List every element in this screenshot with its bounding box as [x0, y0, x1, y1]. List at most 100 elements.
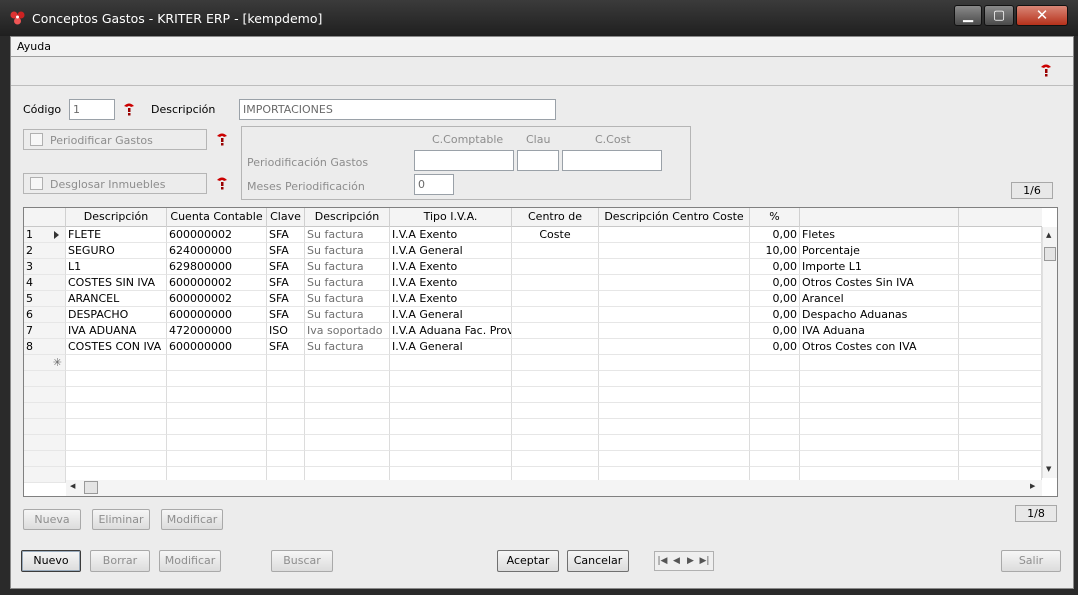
table-cell[interactable]: 600000000 — [167, 339, 267, 355]
table-cell[interactable]: Iva soportado — [305, 323, 390, 339]
table-row[interactable]: 5 ARANCEL 600000002 SFA Su factura I.V.A Exen… — [24, 291, 1042, 307]
empty-row[interactable] — [24, 387, 1042, 403]
table-cell[interactable] — [305, 371, 390, 387]
table-row[interactable]: 6 DESPACHO 600000000 SFA Su factura I.V.A Gen… — [24, 307, 1042, 323]
empty-row[interactable] — [24, 435, 1042, 451]
table-cell[interactable]: I.V.A Exento — [390, 275, 512, 291]
table-cell[interactable] — [959, 403, 1042, 419]
nav-next-icon[interactable]: ▶ — [684, 554, 697, 568]
nav-first-icon[interactable]: |◀ — [656, 554, 669, 568]
table-cell[interactable] — [305, 435, 390, 451]
table-cell[interactable] — [66, 451, 167, 467]
nuevo-button[interactable]: Nuevo — [21, 550, 81, 572]
table-cell[interactable]: 10,00 — [750, 243, 800, 259]
row-number-cell[interactable] — [24, 467, 66, 483]
table-cell[interactable]: I.V.A Exento — [390, 291, 512, 307]
ccost-input[interactable] — [562, 150, 662, 171]
table-cell[interactable] — [800, 403, 959, 419]
table-cell[interactable] — [512, 339, 599, 355]
cancelar-button[interactable]: Cancelar — [567, 550, 629, 572]
table-cell[interactable]: Fletes — [800, 227, 959, 243]
table-cell[interactable] — [959, 419, 1042, 435]
row-number-cell[interactable]: ✳ — [24, 355, 66, 371]
table-cell[interactable]: 624000000 — [167, 243, 267, 259]
table-cell[interactable]: SFA — [267, 339, 305, 355]
scroll-right-icon[interactable]: ▶ — [1030, 482, 1035, 490]
row-number-cell[interactable]: 2 — [24, 243, 66, 259]
table-cell[interactable] — [167, 403, 267, 419]
table-cell[interactable] — [599, 355, 750, 371]
table-cell[interactable] — [599, 339, 750, 355]
table-cell[interactable]: Su factura — [305, 275, 390, 291]
table-cell[interactable] — [750, 435, 800, 451]
table-cell[interactable] — [305, 387, 390, 403]
table-cell[interactable] — [800, 387, 959, 403]
table-cell[interactable]: 600000002 — [167, 275, 267, 291]
table-cell[interactable] — [599, 227, 750, 243]
table-cell[interactable] — [599, 387, 750, 403]
codigo-input[interactable]: 1 — [69, 99, 115, 120]
horizontal-scrollbar[interactable]: ◀ ▶ — [66, 480, 1042, 496]
vertical-scrollbar[interactable]: ▲ ▼ — [1042, 227, 1057, 478]
col-header-cuenta[interactable]: Cuenta Contable — [167, 208, 267, 227]
table-cell[interactable]: ARANCEL — [66, 291, 167, 307]
table-cell[interactable]: 0,00 — [750, 291, 800, 307]
row-number-cell[interactable] — [24, 435, 66, 451]
scroll-up-icon[interactable]: ▲ — [1046, 231, 1051, 239]
table-cell[interactable] — [305, 451, 390, 467]
table-cell[interactable] — [512, 451, 599, 467]
table-cell[interactable] — [167, 451, 267, 467]
table-cell[interactable] — [167, 387, 267, 403]
table-cell[interactable] — [66, 387, 167, 403]
empty-row[interactable] — [24, 371, 1042, 387]
minimize-button[interactable]: ▁ — [954, 5, 982, 26]
table-cell[interactable]: SFA — [267, 275, 305, 291]
table-cell[interactable]: 600000002 — [167, 291, 267, 307]
table-cell[interactable]: 472000000 — [167, 323, 267, 339]
table-cell[interactable] — [959, 291, 1042, 307]
buscar-button[interactable]: Buscar — [271, 550, 333, 572]
table-cell[interactable] — [390, 355, 512, 371]
table-cell[interactable] — [512, 227, 599, 243]
table-cell[interactable] — [959, 227, 1042, 243]
table-cell[interactable]: ISO — [267, 323, 305, 339]
row-number-cell[interactable]: 3 — [24, 259, 66, 275]
table-cell[interactable] — [66, 419, 167, 435]
table-cell[interactable] — [267, 371, 305, 387]
table-cell[interactable] — [267, 355, 305, 371]
table-cell[interactable] — [390, 419, 512, 435]
table-cell[interactable] — [167, 419, 267, 435]
table-cell[interactable]: 629800000 — [167, 259, 267, 275]
table-cell[interactable]: SFA — [267, 291, 305, 307]
table-cell[interactable] — [750, 451, 800, 467]
table-row[interactable]: 1 FLETE 600000002 SFA Su factura I.V.A Exento… — [24, 227, 1042, 243]
empty-row[interactable] — [24, 451, 1042, 467]
table-cell[interactable] — [512, 259, 599, 275]
row-number-cell[interactable] — [24, 419, 66, 435]
table-cell[interactable] — [267, 403, 305, 419]
row-number-cell[interactable] — [24, 451, 66, 467]
table-cell[interactable] — [959, 259, 1042, 275]
table-cell[interactable] — [512, 323, 599, 339]
table-cell[interactable] — [599, 435, 750, 451]
table-row[interactable]: 7 IVA ADUANA 472000000 ISO Iva soportado I.V.… — [24, 323, 1042, 339]
maximize-button[interactable]: ▢ — [984, 5, 1014, 26]
table-cell[interactable] — [512, 307, 599, 323]
table-cell[interactable] — [800, 371, 959, 387]
row-number-cell[interactable] — [24, 387, 66, 403]
ccomptable-input[interactable] — [414, 150, 514, 171]
table-cell[interactable]: Su factura — [305, 243, 390, 259]
table-cell[interactable] — [599, 323, 750, 339]
close-button[interactable]: ✕ — [1016, 5, 1068, 26]
salir-button[interactable]: Salir — [1001, 550, 1061, 572]
periodificar-checkbox[interactable] — [30, 133, 43, 146]
table-cell[interactable] — [800, 355, 959, 371]
table-cell[interactable] — [599, 419, 750, 435]
row-number-cell[interactable]: 5 — [24, 291, 66, 307]
table-cell[interactable] — [512, 275, 599, 291]
hscroll-thumb[interactable] — [84, 481, 98, 494]
table-cell[interactable] — [959, 371, 1042, 387]
table-cell[interactable]: 600000000 — [167, 307, 267, 323]
descripcion-input[interactable]: IMPORTACIONES — [239, 99, 556, 120]
empty-row[interactable] — [24, 403, 1042, 419]
